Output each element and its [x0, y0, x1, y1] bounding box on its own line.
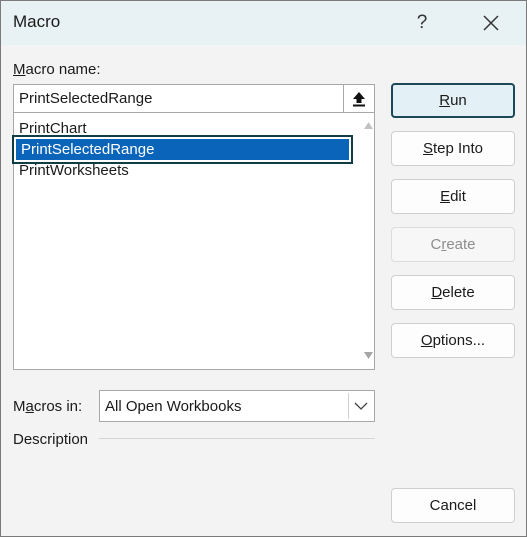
- run-label: un: [450, 92, 467, 109]
- macros-in-label-text: cros in:: [33, 398, 83, 415]
- create-label: eate: [446, 236, 476, 253]
- edit-label: dit: [450, 188, 466, 205]
- macros-in-value: All Open Workbooks: [105, 398, 242, 415]
- description-divider: [99, 438, 375, 439]
- close-icon: [483, 15, 499, 31]
- delete-label: elete: [442, 284, 475, 301]
- delete-button[interactable]: Delete: [391, 275, 515, 310]
- step-into-mnemonic: S: [422, 140, 433, 157]
- create-button[interactable]: Cr eate: [391, 227, 515, 262]
- macro-name-label-text: acro name:: [25, 61, 101, 78]
- macros-in-label-start: M: [13, 398, 26, 415]
- create-label-start: C: [430, 236, 442, 253]
- macro-list[interactable]: PrintChart PrintSelectedRange PrintWorks…: [12, 113, 375, 370]
- cancel-button[interactable]: Cancel: [391, 488, 515, 523]
- list-scrollbar[interactable]: [362, 121, 375, 369]
- chevron-down-icon: [354, 402, 368, 410]
- list-item-print-selected-range[interactable]: PrintSelectedRange: [12, 135, 353, 164]
- upload-arrow-icon: [353, 91, 365, 106]
- macros-in-label: Macros in:: [13, 398, 82, 415]
- macros-in-mnemonic: a: [25, 398, 34, 415]
- macros-in-dropdown-button[interactable]: [348, 393, 373, 419]
- macro-name-label-mnemonic: M: [13, 61, 26, 78]
- edit-button[interactable]: Edit: [391, 179, 515, 214]
- options-button[interactable]: Options...: [391, 323, 515, 358]
- step-into-label: tep Into: [432, 140, 484, 157]
- help-icon: ?: [416, 12, 428, 33]
- scroll-down-icon[interactable]: [363, 351, 374, 360]
- list-item-print-worksheets[interactable]: PrintWorksheets: [14, 160, 350, 181]
- title-bar: Macro ?: [1, 1, 526, 45]
- macros-in-select[interactable]: All Open Workbooks: [99, 390, 375, 422]
- options-mnemonic: O: [420, 332, 433, 349]
- upload-name-button[interactable]: [343, 84, 375, 113]
- macro-name-label: Macro name:: [13, 61, 101, 78]
- macro-dialog: Macro ? Macro name: PrintChart PrintSele…: [0, 0, 527, 537]
- run-button[interactable]: Run: [391, 83, 515, 118]
- help-button[interactable]: ?: [406, 6, 438, 40]
- description-label: Description: [13, 431, 89, 448]
- close-button[interactable]: [471, 6, 511, 40]
- step-into-button[interactable]: Step Into: [391, 131, 515, 166]
- options-label: ptions...: [432, 332, 486, 349]
- scroll-up-icon[interactable]: [363, 121, 374, 130]
- dialog-title: Macro: [13, 12, 61, 31]
- run-mnemonic: R: [439, 92, 451, 109]
- list-item-print-chart[interactable]: PrintChart: [14, 118, 350, 139]
- delete-mnemonic: D: [431, 284, 443, 301]
- edit-mnemonic: E: [440, 188, 451, 205]
- macro-name-input[interactable]: [13, 84, 343, 113]
